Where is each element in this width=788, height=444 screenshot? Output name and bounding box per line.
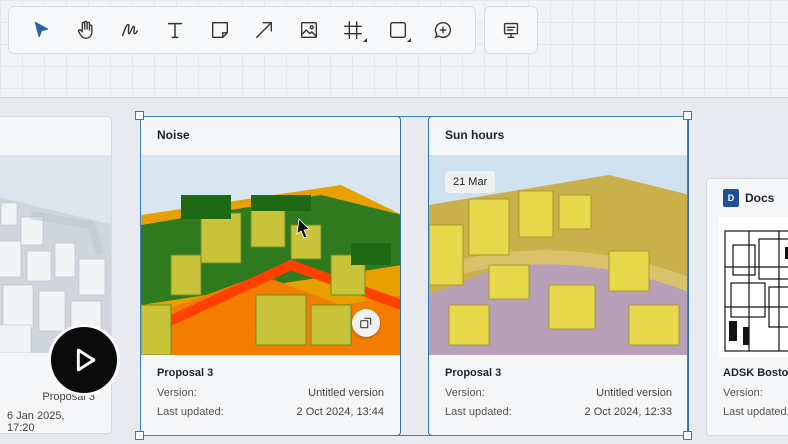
noise-card-title: Noise — [157, 128, 190, 142]
shape-icon — [390, 21, 407, 39]
frame-caret — [362, 38, 367, 42]
sun-updated-label: Last updated: — [445, 406, 512, 418]
image-icon — [300, 21, 317, 39]
docs-header: D Docs — [723, 189, 774, 207]
left-card-info: Proposal 3 6 Jan 2025, 17:20 — [7, 391, 95, 434]
sun-hours-card-proposal: Proposal 3 — [445, 367, 502, 379]
frame-tool[interactable] — [331, 10, 376, 50]
resize-handle-top-right[interactable] — [683, 111, 692, 120]
noise-updated-value: 2 Oct 2024, 13:44 — [296, 406, 384, 418]
frame-icon — [344, 21, 363, 39]
sticky-note-icon — [211, 21, 228, 39]
resize-handle-top-left[interactable] — [135, 111, 144, 120]
comment-icon — [434, 21, 451, 39]
play-icon — [76, 348, 96, 372]
noise-updated-label: Last updated: — [157, 406, 224, 418]
select-icon — [35, 21, 49, 38]
select-tool[interactable] — [19, 10, 64, 50]
play-video-button[interactable] — [48, 324, 120, 396]
docs-version-label: Version: — [723, 387, 763, 399]
noise-version-label: Version: — [157, 387, 197, 399]
date-badge: 21 Mar — [445, 171, 496, 193]
sun-hours-card-info: Proposal 3 Version: Untitled version Las… — [445, 367, 672, 425]
left-card-thumbnail — [0, 155, 111, 353]
resize-handle-bottom-right[interactable] — [683, 431, 692, 440]
left-card-updated: 6 Jan 2025, 17:20 — [7, 410, 65, 434]
text-icon — [167, 22, 183, 39]
docs-card-info: ADSK Bosto Version: Last updated: — [723, 367, 788, 425]
sun-hours-card[interactable]: Sun hours 21 Mar Proposal 3 Version: Unt… — [428, 116, 689, 436]
present-icon — [503, 22, 519, 39]
noise-card-info: Proposal 3 Version: Untitled version Las… — [157, 367, 384, 425]
image-tool[interactable] — [287, 10, 332, 50]
arrow-tool[interactable] — [242, 10, 287, 50]
resize-handle-bottom-left[interactable] — [135, 431, 144, 440]
docs-title: Docs — [745, 191, 775, 205]
open-view-button[interactable] — [352, 309, 380, 337]
sticky-note-tool[interactable] — [197, 10, 242, 50]
arrow-icon — [256, 21, 273, 39]
noise-card-proposal: Proposal 3 — [157, 367, 214, 379]
docs-card[interactable]: D Docs ADSK Bosto Version: Last updated: — [706, 178, 788, 436]
comment-tool[interactable] — [420, 10, 465, 50]
draw-icon — [122, 23, 139, 37]
main-toolbar — [8, 6, 476, 54]
docs-drawing-thumbnail — [719, 217, 788, 357]
hand-tool[interactable] — [64, 10, 109, 50]
docs-card-name: ADSK Bosto — [723, 367, 788, 379]
hand-icon — [77, 20, 93, 39]
text-tool[interactable] — [153, 10, 198, 50]
sun-updated-value: 2 Oct 2024, 12:33 — [584, 406, 672, 418]
shape-tool[interactable] — [376, 10, 421, 50]
noise-card[interactable]: Noise Proposal 3 Version: Untitled versi… — [140, 116, 401, 436]
sun-hours-card-title: Sun hours — [445, 128, 505, 142]
external-link-icon — [360, 317, 372, 329]
present-toolbar[interactable] — [484, 6, 538, 54]
noise-version-value: Untitled version — [308, 387, 384, 399]
docs-logo: D — [723, 189, 739, 207]
sun-version-label: Version: — [445, 387, 485, 399]
sun-hours-thumbnail: 21 Mar — [429, 155, 688, 355]
sun-version-value: Untitled version — [596, 387, 672, 399]
docs-updated-label: Last updated: — [723, 406, 788, 418]
shape-caret — [407, 38, 412, 42]
noise-thumbnail — [141, 155, 400, 355]
draw-tool[interactable] — [108, 10, 153, 50]
